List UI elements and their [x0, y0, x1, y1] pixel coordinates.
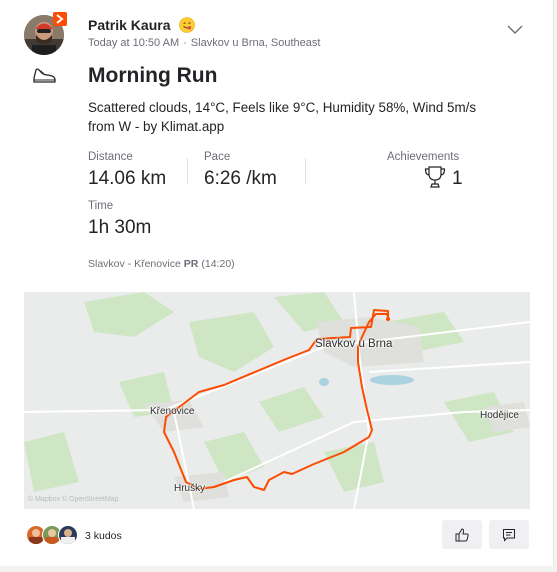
map-label-hodejice: Hodějice	[480, 410, 519, 421]
meta-separator: ·	[183, 37, 187, 49]
thumbs-up-icon	[455, 527, 469, 541]
pace-value: 6:26 /km	[204, 168, 277, 189]
route-map[interactable]: Slavkov u Brna Křenovice Hodějice Hrušky…	[24, 292, 530, 509]
activity-description: Scattered clouds, 14°C, Feels like 9°C, …	[88, 100, 477, 134]
trophy-icon	[424, 166, 446, 188]
distance-label: Distance	[88, 151, 133, 163]
stat-divider	[305, 158, 306, 184]
map-label-hrusky: Hrušky	[174, 483, 206, 494]
pr-badge: PR	[183, 258, 199, 270]
activity-time: Today at 10:50 AM	[88, 37, 180, 49]
comment-button[interactable]	[489, 520, 529, 549]
segment-time: (14:20)	[201, 258, 235, 270]
activity-meta: Today at 10:50 AM · Slavkov u Brna, Southe…	[88, 37, 320, 49]
athlete-name[interactable]: Patrik Kaura	[88, 17, 196, 33]
segment-effort[interactable]: Slavkov - Křenovice PR (14:20)	[88, 258, 235, 270]
pace-label: Pace	[204, 151, 231, 163]
chevron-down-icon[interactable]	[506, 22, 524, 36]
stat-distance: Distance 14.06 km	[88, 151, 166, 190]
map-label-slavkov: Slavkov u Brna	[315, 338, 393, 350]
subscriber-badge-icon	[53, 12, 67, 26]
kudos-avatars[interactable]	[26, 525, 82, 545]
stat-time: Time 1h 30m	[88, 200, 151, 239]
time-label: Time	[88, 200, 114, 212]
savoring-face-emoji-icon	[179, 17, 196, 33]
achievements-count: 1	[452, 168, 463, 189]
stat-divider	[187, 158, 188, 184]
map-label-krenovice: Křenovice	[150, 406, 195, 417]
run-shoe-icon	[33, 68, 56, 83]
kudos-count[interactable]: 3 kudos	[85, 530, 122, 542]
give-kudos-button[interactable]	[442, 520, 482, 549]
distance-value: 14.06 km	[88, 168, 167, 189]
athlete-name-text[interactable]: Patrik Kaura	[88, 17, 170, 33]
comment-icon	[503, 528, 515, 542]
activity-location: Slavkov u Brna, Southeast	[190, 37, 321, 49]
activity-card: Patrik Kaura Today at 10:50 AM · Slavkov u…	[0, 0, 554, 567]
stat-pace: Pace 6:26 /km	[204, 151, 277, 190]
map-attribution: © Mapbox © OpenStreetMap	[28, 496, 119, 503]
map-canvas	[24, 292, 530, 509]
achievements-label: Achievements	[387, 151, 460, 163]
time-value: 1h 30m	[88, 217, 152, 238]
feed-gap	[0, 566, 557, 572]
segment-name[interactable]: Slavkov - Křenovice	[88, 258, 181, 270]
activity-title[interactable]: Morning Run	[88, 64, 217, 88]
kudo-avatar[interactable]	[58, 525, 78, 545]
